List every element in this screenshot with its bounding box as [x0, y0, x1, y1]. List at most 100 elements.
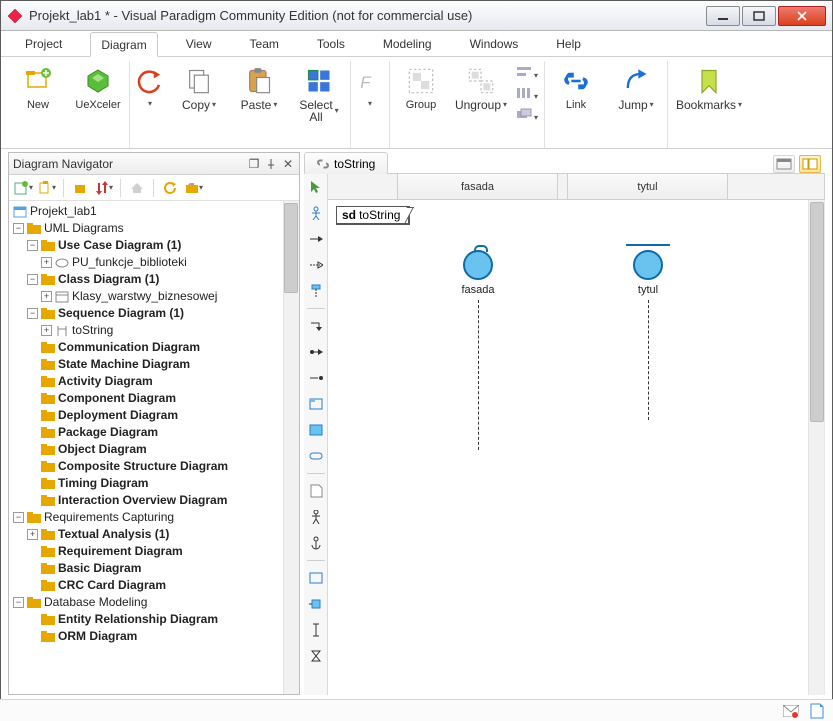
group-button[interactable]: Group	[394, 63, 448, 141]
copy-nav-icon[interactable]: ▾	[37, 178, 57, 198]
tree-package[interactable]: Package Diagram	[58, 424, 158, 441]
collapse-icon[interactable]: −	[13, 223, 24, 234]
tree-use-case-child[interactable]: PU_funkcje_biblioteki	[72, 254, 187, 271]
lifeline-dash[interactable]	[478, 300, 479, 450]
lifeline-dash[interactable]	[648, 300, 649, 420]
tree-requirement[interactable]: Requirement Diagram	[58, 543, 183, 560]
layout-icon[interactable]	[799, 155, 821, 173]
continuation-tool-icon[interactable]	[307, 447, 325, 465]
tree-component[interactable]: Component Diagram	[58, 390, 176, 407]
sort-icon[interactable]: ▾	[94, 178, 114, 198]
overview-icon[interactable]	[773, 155, 795, 173]
menu-project[interactable]: Project	[15, 31, 72, 56]
tree-entity[interactable]: Entity Relationship Diagram	[58, 611, 218, 628]
ungroup-button[interactable]: Ungroup▾	[454, 63, 508, 141]
new-diagram-icon[interactable]: ▾	[13, 178, 33, 198]
tree-interaction[interactable]: Interaction Overview Diagram	[58, 492, 227, 509]
tree-sequence[interactable]: Sequence Diagram (1)	[58, 305, 184, 322]
tree-uml-diagrams[interactable]: UML Diagrams	[44, 220, 124, 237]
frame-tool-icon[interactable]	[307, 569, 325, 587]
open-icon[interactable]: ▾	[184, 178, 204, 198]
gate-tool-icon[interactable]	[307, 595, 325, 613]
actor-tool-icon[interactable]	[307, 204, 325, 222]
tree-requirements[interactable]: Requirements Capturing	[44, 509, 174, 526]
return-message-tool-icon[interactable]	[307, 256, 325, 274]
menu-view[interactable]: View	[176, 31, 222, 56]
bookmarks-button[interactable]: Bookmarks▾	[672, 63, 746, 141]
tree-class-diagram[interactable]: Class Diagram (1)	[58, 271, 159, 288]
tree-scrollbar[interactable]	[283, 201, 299, 694]
lifeline-head-icon[interactable]	[633, 250, 663, 280]
tree-composite[interactable]: Composite Structure Diagram	[58, 458, 228, 475]
diagram-canvas[interactable]: sd toString fasada tytul	[328, 200, 825, 695]
combined-fragment-tool-icon[interactable]	[307, 395, 325, 413]
menu-diagram[interactable]: Diagram	[90, 32, 157, 57]
expand-icon[interactable]	[70, 178, 90, 198]
tree-sequence-child[interactable]: toString	[72, 322, 113, 339]
uexceler-button[interactable]: UeXceler	[71, 63, 125, 141]
canvas-scroll-thumb[interactable]	[810, 202, 824, 422]
collapse-icon[interactable]: −	[13, 597, 24, 608]
pin-icon[interactable]	[264, 157, 278, 171]
close-panel-icon[interactable]: ✕	[281, 157, 295, 171]
tree-scroll-thumb[interactable]	[284, 203, 298, 293]
expand-icon[interactable]: +	[41, 325, 52, 336]
restore-icon[interactable]: ❐	[247, 157, 261, 171]
menu-windows[interactable]: Windows	[460, 31, 529, 56]
collapse-icon[interactable]: −	[27, 274, 38, 285]
tree-database[interactable]: Database Modeling	[44, 594, 147, 611]
expand-icon[interactable]: +	[41, 291, 52, 302]
home-icon[interactable]	[127, 178, 147, 198]
tree-project[interactable]: Projekt_lab1	[30, 203, 97, 220]
stickman-tool-icon[interactable]	[307, 508, 325, 526]
distribute-icon[interactable]: ▾	[516, 87, 538, 102]
mail-icon[interactable]	[783, 703, 799, 719]
tree-object[interactable]: Object Diagram	[58, 441, 147, 458]
duration-tool-icon[interactable]	[307, 621, 325, 639]
collapse-icon[interactable]: −	[27, 308, 38, 319]
copy-button[interactable]: Copy▾	[172, 63, 226, 141]
tree-deployment[interactable]: Deployment Diagram	[58, 407, 178, 424]
menu-team[interactable]: Team	[240, 31, 289, 56]
tree-communication[interactable]: Communication Diagram	[58, 339, 200, 356]
paste-button[interactable]: Paste▾	[232, 63, 286, 141]
refresh-icon[interactable]	[160, 178, 180, 198]
header-tytul[interactable]: tytul	[568, 174, 728, 199]
header-fasada[interactable]: fasada	[398, 174, 558, 199]
minimize-button[interactable]	[706, 6, 740, 26]
editor-tab-tostring[interactable]: toString	[304, 152, 388, 174]
close-button[interactable]	[778, 6, 826, 26]
align-icon[interactable]: ▾	[516, 66, 538, 81]
tree-textual[interactable]: Textual Analysis (1)	[58, 526, 169, 543]
canvas-scrollbar[interactable]	[808, 200, 824, 695]
navigator-tree[interactable]: Projekt_lab1 −UML Diagrams −Use Case Dia…	[9, 201, 299, 694]
menu-help[interactable]: Help	[546, 31, 591, 56]
link-button[interactable]: Link	[549, 63, 603, 141]
jump-button[interactable]: Jump▾	[609, 63, 663, 141]
note-tool-icon[interactable]	[307, 482, 325, 500]
collapse-icon[interactable]: −	[27, 240, 38, 251]
format-button[interactable]: F ▾	[355, 63, 385, 141]
menu-tools[interactable]: Tools	[307, 31, 355, 56]
anchor-tool-icon[interactable]	[307, 534, 325, 552]
found-message-tool-icon[interactable]	[307, 343, 325, 361]
tree-orm[interactable]: ORM Diagram	[58, 628, 137, 645]
sd-frame-label[interactable]: sd toString	[336, 206, 410, 225]
tree-class-child[interactable]: Klasy_warstwy_biznesowej	[72, 288, 217, 305]
message-tool-icon[interactable]	[307, 230, 325, 248]
order-icon[interactable]: ▾	[516, 108, 538, 123]
lost-message-tool-icon[interactable]	[307, 369, 325, 387]
tree-basic[interactable]: Basic Diagram	[58, 560, 141, 577]
cursor-tool-icon[interactable]	[307, 178, 325, 196]
collapse-icon[interactable]: −	[13, 512, 24, 523]
tree-timing[interactable]: Timing Diagram	[58, 475, 148, 492]
time-constraint-tool-icon[interactable]	[307, 647, 325, 665]
tree-activity[interactable]: Activity Diagram	[58, 373, 153, 390]
undo-button[interactable]: ▾	[134, 63, 166, 141]
note-status-icon[interactable]	[809, 703, 825, 719]
select-all-button[interactable]: Select All ▾	[292, 63, 346, 141]
tree-use-case[interactable]: Use Case Diagram (1)	[58, 237, 181, 254]
expand-icon[interactable]: +	[27, 529, 38, 540]
maximize-button[interactable]	[742, 6, 776, 26]
tree-crc[interactable]: CRC Card Diagram	[58, 577, 166, 594]
